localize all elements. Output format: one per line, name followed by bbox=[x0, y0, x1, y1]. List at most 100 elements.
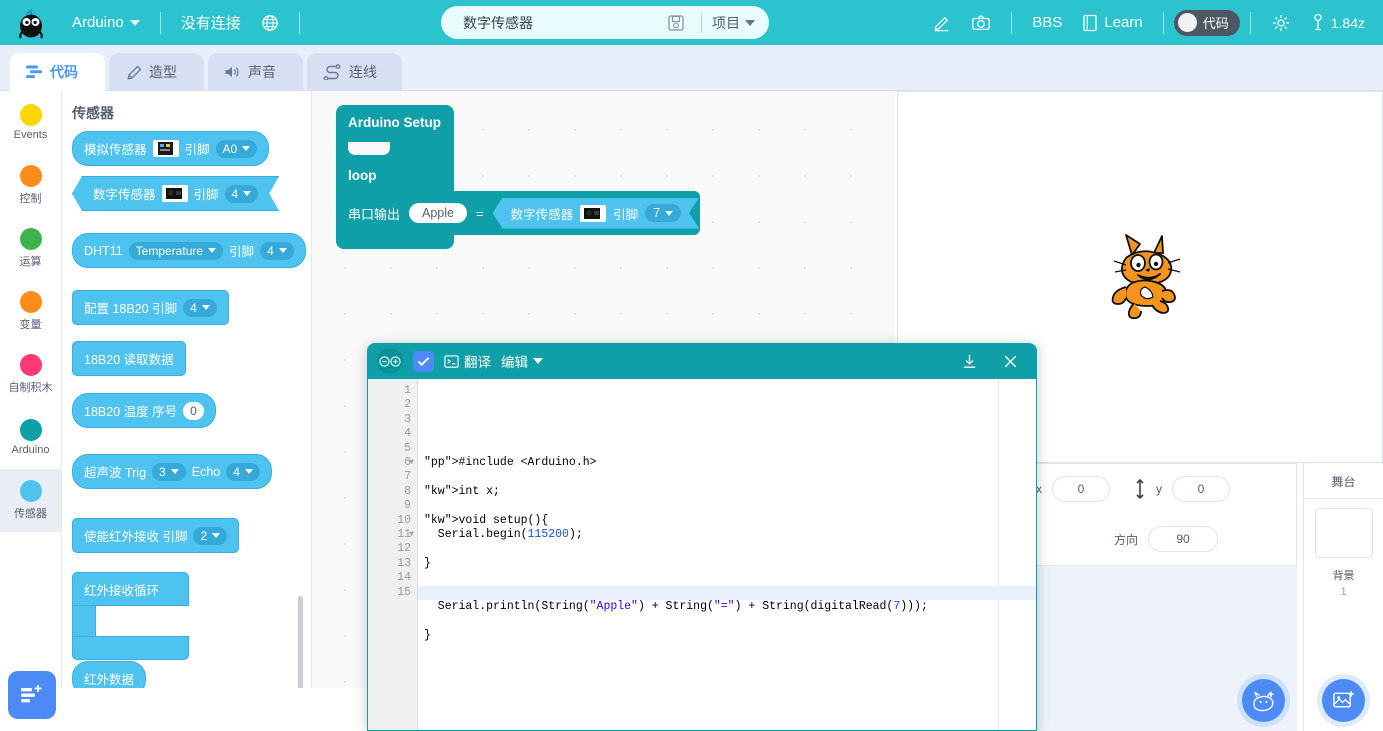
bbs-label: BBS bbox=[1032, 14, 1063, 31]
stage-thumbnail[interactable] bbox=[1314, 508, 1373, 558]
sprite-x-input[interactable]: 0 bbox=[1052, 476, 1110, 502]
project-name-input[interactable]: 数字传感器 bbox=[463, 13, 533, 33]
tab-wiring[interactable]: 连线 bbox=[307, 53, 402, 91]
block-echo-dropdown[interactable]: 4 bbox=[226, 462, 260, 481]
save-icon[interactable] bbox=[667, 14, 685, 32]
category-operators[interactable]: 运算 bbox=[0, 217, 61, 280]
block-index-input[interactable]: 0 bbox=[183, 401, 204, 420]
sprite-y-input[interactable]: 0 bbox=[1172, 476, 1230, 502]
edit-menu[interactable]: 编辑 bbox=[501, 351, 543, 371]
sensor-pin-label: 引脚 bbox=[613, 207, 639, 222]
serial-text-input[interactable]: Apple bbox=[409, 203, 467, 223]
category-my-blocks[interactable]: 自制积木 bbox=[0, 343, 61, 406]
workspace-script[interactable]: Arduino Setup loop 串口输出 Apple = 数字传感器 引脚… bbox=[336, 105, 700, 249]
code-mode-toggle[interactable]: 代码 bbox=[1173, 9, 1240, 36]
category-rail: Events 控制 运算 变量 自制积木 Arduino 传感器 bbox=[0, 91, 62, 688]
block-label: 使能红外接收 引脚 bbox=[84, 530, 188, 544]
code-editor-body[interactable]: 1 2 3 4 5 ▾ 6 7 8 9 10 ▾ 11 12 13 14 15 "pp">#include <A… bbox=[368, 379, 1036, 730]
learn-link[interactable]: Learn bbox=[1072, 0, 1152, 45]
app-name-menu[interactable]: Arduino bbox=[62, 0, 150, 45]
category-sensors-label: 传感器 bbox=[14, 508, 47, 520]
tab-costumes-label: 造型 bbox=[149, 64, 177, 80]
add-extension-button[interactable] bbox=[8, 671, 56, 719]
sensor-module-thumb-icon bbox=[580, 205, 606, 222]
sprite-direction-input[interactable]: 90 bbox=[1148, 526, 1219, 552]
code-line[interactable] bbox=[424, 470, 1036, 484]
palette-block-ir-data[interactable]: 红外数据 bbox=[72, 661, 147, 688]
palette-block-18b20-read[interactable]: 18B20 读取数据 bbox=[72, 341, 186, 376]
tab-sounds[interactable]: 声音 bbox=[208, 53, 303, 91]
bbs-link[interactable]: BBS bbox=[1022, 0, 1072, 45]
palette-block-analog-sensor[interactable]: 模拟传感器 引脚 A0 bbox=[72, 131, 270, 166]
block-pin-dropdown[interactable]: 4 bbox=[183, 298, 217, 317]
palette-scrollbar[interactable] bbox=[298, 596, 303, 688]
category-control[interactable]: 控制 bbox=[0, 154, 61, 217]
code-line[interactable] bbox=[424, 615, 1036, 629]
code-editor-window[interactable]: 翻译 编辑 12345▾678910▾111213 bbox=[367, 343, 1037, 731]
app-logo[interactable] bbox=[0, 0, 62, 45]
palette-block-digital-sensor[interactable]: 数字传感器 引脚 4 bbox=[72, 176, 279, 211]
add-backdrop-button[interactable] bbox=[1322, 679, 1365, 722]
code-line[interactable]: } bbox=[424, 557, 1036, 571]
edit-button[interactable] bbox=[922, 0, 961, 45]
translate-menu[interactable]: 翻译 bbox=[444, 351, 491, 371]
code-line[interactable]: Serial.println(String("Apple") + String(… bbox=[424, 600, 1036, 614]
code-line[interactable] bbox=[424, 442, 1036, 456]
code-line[interactable] bbox=[424, 499, 1036, 513]
camera-button[interactable] bbox=[961, 0, 1001, 45]
download-button[interactable] bbox=[961, 353, 978, 370]
code-line-numbers: 1 2 3 4 5 ▾ 6 7 8 9 10 ▾ 11 12 13 14 15 bbox=[368, 379, 418, 730]
sensor-pin-dropdown[interactable]: 7 bbox=[645, 204, 681, 222]
category-events[interactable]: Events bbox=[0, 91, 61, 154]
settings-button[interactable] bbox=[1261, 0, 1301, 45]
palette-block-ultrasonic[interactable]: 超声波 Trig 3 Echo 4 bbox=[72, 454, 272, 489]
palette-block-enable-ir[interactable]: 使能红外接收 引脚 2 bbox=[72, 518, 240, 553]
block-serial-print[interactable]: 串口输出 Apple = 数字传感器 引脚 7 bbox=[336, 191, 700, 235]
block-pin-dropdown[interactable]: 4 bbox=[260, 241, 294, 260]
sensor-pin-value: 7 bbox=[653, 206, 661, 220]
code-line[interactable]: "pp">#include <Arduino.h> bbox=[424, 456, 1036, 470]
scratch-cat-sprite[interactable] bbox=[1090, 225, 1190, 320]
palette-block-config-18b20[interactable]: 配置 18B20 引脚 4 bbox=[72, 290, 229, 325]
block-pin-dropdown[interactable]: A0 bbox=[215, 139, 258, 158]
block-arduino-setup[interactable]: Arduino Setup bbox=[336, 105, 454, 142]
tab-costumes[interactable]: 造型 bbox=[109, 53, 204, 91]
category-variables[interactable]: 变量 bbox=[0, 280, 61, 343]
palette-block-18b20-temp[interactable]: 18B20 温度 序号 0 bbox=[72, 393, 216, 428]
palette-block-ir-loop[interactable]: 红外接收循环 bbox=[72, 572, 189, 606]
block-trig-dropdown[interactable]: 3 bbox=[152, 462, 186, 481]
add-sprite-button[interactable] bbox=[1242, 679, 1285, 722]
chevron-down-icon bbox=[170, 469, 179, 474]
serial-text-value: Apple bbox=[422, 206, 454, 220]
close-button[interactable] bbox=[1002, 353, 1019, 370]
block-pin-dropdown[interactable]: 4 bbox=[225, 185, 259, 203]
chevron-down-icon bbox=[243, 191, 251, 196]
verify-button[interactable] bbox=[413, 350, 434, 372]
tab-code[interactable]: 代码 bbox=[10, 53, 105, 91]
block-digital-sensor-embedded[interactable]: 数字传感器 引脚 7 bbox=[493, 198, 699, 229]
block-pin-dropdown[interactable]: 2 bbox=[193, 526, 228, 545]
project-menu[interactable]: 项目 bbox=[712, 13, 755, 33]
block-loop[interactable]: loop bbox=[336, 162, 454, 191]
category-sensors[interactable]: 传感器 bbox=[0, 469, 61, 532]
code-line[interactable] bbox=[424, 571, 1036, 585]
code-line[interactable]: "kw">int x; bbox=[424, 485, 1036, 499]
download-icon bbox=[963, 354, 976, 368]
code-line[interactable]: } bbox=[424, 629, 1036, 643]
category-arduino[interactable]: Arduino bbox=[0, 406, 61, 469]
connection-status[interactable]: 没有连接 bbox=[171, 0, 251, 45]
scratch-cat-icon bbox=[1111, 234, 1181, 320]
fold-toggle-icon[interactable]: ▾ bbox=[408, 456, 415, 470]
fold-toggle-icon[interactable]: ▾ bbox=[408, 528, 415, 542]
code-line[interactable]: "kw">void setup(){ bbox=[424, 514, 1036, 528]
code-line[interactable] bbox=[424, 542, 1036, 556]
code-content[interactable]: "pp">#include <Arduino.h> "kw">int x; "k… bbox=[418, 379, 1036, 730]
code-line[interactable] bbox=[424, 643, 1036, 657]
code-line[interactable]: Serial.begin(115200); bbox=[424, 528, 1036, 542]
block-label: 超声波 Trig bbox=[84, 466, 147, 480]
block-palette[interactable]: 传感器 模拟传感器 引脚 A0 数字传感器 引脚 4 DHT11 Tempera… bbox=[62, 91, 312, 688]
language-button[interactable] bbox=[251, 0, 289, 45]
palette-block-dht11[interactable]: DHT11 Temperature 引脚 4 bbox=[72, 233, 306, 268]
block-mode-dropdown[interactable]: Temperature bbox=[128, 241, 224, 260]
line-number: ▾ 6 bbox=[404, 456, 415, 470]
